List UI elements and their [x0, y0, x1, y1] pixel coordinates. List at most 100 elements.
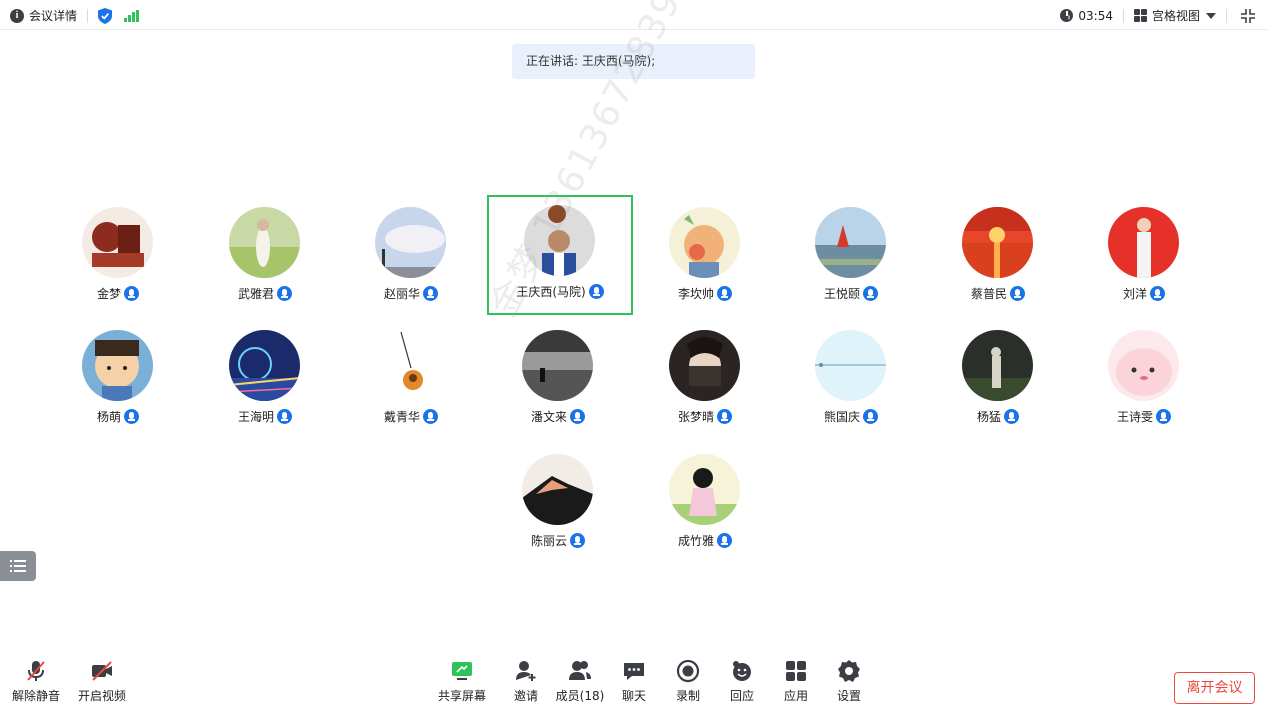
participant-tile[interactable]: 武雅君: [192, 197, 338, 317]
avatar: [375, 330, 446, 401]
mic-icon: [277, 286, 292, 301]
avatar: [1108, 207, 1179, 278]
participant-name: 蔡普民: [970, 287, 1007, 301]
avatar: [669, 330, 740, 401]
participant-name: 陈丽云: [530, 534, 567, 548]
exit-fullscreen-icon[interactable]: [1241, 8, 1255, 23]
participant-name: 杨猛: [976, 410, 1001, 424]
participant-tile[interactable]: 潘文来: [485, 320, 631, 440]
participant-name: 刘洋: [1122, 287, 1147, 301]
participant-name-row: 杨猛: [925, 408, 1071, 425]
participant-tile[interactable]: 张梦晴: [632, 320, 778, 440]
participant-tile[interactable]: 李坎帅: [632, 197, 778, 317]
participant-tile[interactable]: 金梦: [45, 197, 191, 317]
avatar: [375, 207, 446, 278]
gear-icon: [837, 659, 861, 683]
participant-tile[interactable]: 蔡普民: [925, 197, 1071, 317]
invite-label: 邀请: [513, 689, 538, 703]
avatar: [815, 207, 886, 278]
chat-button[interactable]: 聊天: [607, 659, 661, 704]
participant-name: 赵丽华: [383, 287, 420, 301]
list-icon: [10, 560, 26, 572]
invite-button[interactable]: 邀请: [499, 659, 553, 704]
avatar: [669, 454, 740, 525]
apps-label: 应用: [783, 689, 808, 703]
camera-off-icon: [90, 659, 114, 683]
shield-check-icon[interactable]: [98, 7, 113, 24]
avatar: [522, 454, 593, 525]
participant-name-row: 戴青华: [338, 408, 484, 425]
participant-name-row: 赵丽华: [338, 285, 484, 302]
apps-button[interactable]: 应用: [769, 659, 823, 704]
participant-tile[interactable]: 杨猛: [925, 320, 1071, 440]
start-video-label: 开启视频: [77, 689, 126, 703]
participant-tile[interactable]: 赵丽华: [338, 197, 484, 317]
participant-tile[interactable]: 王海明: [192, 320, 338, 440]
participant-tile[interactable]: 王悦颐: [778, 197, 924, 317]
avatar: [1108, 330, 1179, 401]
add-person-icon: [514, 659, 538, 683]
avatar: [962, 207, 1033, 278]
meeting-timer: 03:54: [1078, 8, 1113, 23]
mic-icon: [863, 286, 878, 301]
mic-icon: [423, 409, 438, 424]
participant-name-row: 张梦晴: [632, 408, 778, 425]
participant-name: 熊国庆: [823, 410, 860, 424]
participant-tile[interactable]: 杨萌: [45, 320, 191, 440]
divider: [1122, 8, 1124, 23]
participant-tile[interactable]: 熊国庆: [778, 320, 924, 440]
participant-name-row: 潘文来: [485, 408, 631, 425]
participant-name-row: 金梦: [45, 285, 191, 302]
leave-meeting-button[interactable]: 离开会议: [1174, 672, 1255, 704]
mic-icon: [863, 409, 878, 424]
record-label: 录制: [675, 689, 700, 703]
caret-down-icon[interactable]: [1206, 12, 1216, 19]
participant-tile-active-speaker[interactable]: 王庆西(马院): [487, 195, 633, 315]
start-video-button[interactable]: 开启视频: [75, 659, 129, 704]
clock-icon: [1060, 9, 1074, 22]
reaction-button[interactable]: 回应: [715, 659, 769, 704]
mic-icon: [277, 409, 292, 424]
participant-name-row: 杨萌: [45, 408, 191, 425]
participant-tile[interactable]: 成竹雅: [632, 444, 778, 564]
participant-name-row: 熊国庆: [778, 408, 924, 425]
avatar: [82, 330, 153, 401]
members-icon: [568, 659, 592, 683]
participant-name: 张梦晴: [677, 410, 714, 424]
participant-name-row: 王诗雯: [1071, 408, 1217, 425]
participant-name: 王庆西(马院): [516, 285, 586, 299]
avatar: [815, 330, 886, 401]
participant-tile[interactable]: 王诗雯: [1071, 320, 1217, 440]
participant-name-row: 李坎帅: [632, 285, 778, 302]
grid-view-icon[interactable]: [1133, 9, 1147, 22]
reaction-label: 回应: [729, 689, 754, 703]
avatar: [669, 207, 740, 278]
participant-name-row: 陈丽云: [485, 532, 631, 549]
side-list-button[interactable]: [0, 551, 36, 581]
avatar: [229, 207, 300, 278]
apps-icon: [784, 659, 808, 683]
meeting-details-link[interactable]: 会议详情: [29, 7, 77, 24]
chat-icon: [622, 659, 646, 683]
share-screen-button[interactable]: 共享屏幕: [435, 659, 489, 704]
participant-tile[interactable]: 戴青华: [338, 320, 484, 440]
avatar: [82, 207, 153, 278]
members-button[interactable]: 成员(18): [553, 659, 607, 704]
chat-label: 聊天: [621, 689, 646, 703]
participant-name: 金梦: [96, 287, 121, 301]
network-signal-icon[interactable]: [124, 9, 140, 22]
top-bar: i 会议详情 03:54 宫格视图: [0, 0, 1267, 30]
participant-tile[interactable]: 刘洋: [1071, 197, 1217, 317]
view-mode-selector[interactable]: 宫格视图: [1152, 7, 1200, 24]
mic-icon: [124, 409, 139, 424]
record-button[interactable]: 录制: [661, 659, 715, 704]
info-icon[interactable]: i: [10, 8, 24, 23]
settings-button[interactable]: 设置: [822, 659, 876, 704]
participant-name: 潘文来: [530, 410, 567, 424]
mic-icon: [1150, 286, 1165, 301]
unmute-button[interactable]: 解除静音: [9, 659, 63, 704]
participant-name: 武雅君: [237, 287, 274, 301]
participant-tile[interactable]: 陈丽云: [485, 444, 631, 564]
mic-icon: [1004, 409, 1019, 424]
mic-icon: [717, 286, 732, 301]
